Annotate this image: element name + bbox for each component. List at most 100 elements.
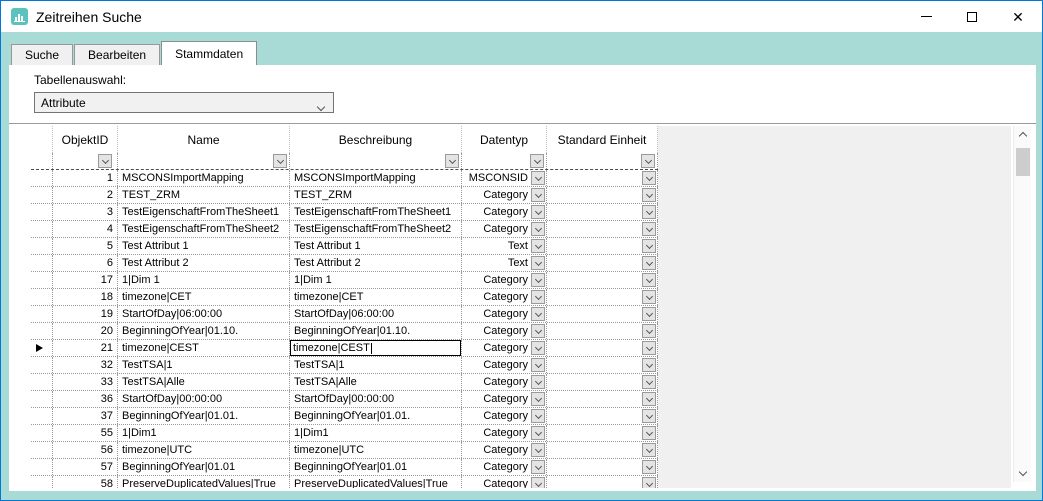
cell-objektid[interactable]: 2: [53, 187, 118, 203]
cell-beschreibung[interactable]: BeginningOfYear|01.01.: [290, 408, 462, 424]
column-header-beschreibung[interactable]: Beschreibung: [290, 126, 462, 153]
cell-standard-einheit[interactable]: [547, 187, 658, 203]
tab-stammdaten[interactable]: Stammdaten: [161, 41, 257, 65]
cell-beschreibung[interactable]: StartOfDay|00:00:00: [290, 391, 462, 407]
row-selector-cell[interactable]: [31, 238, 53, 254]
filter-dropdown-button[interactable]: [98, 154, 112, 168]
datentyp-dropdown-button[interactable]: [531, 341, 545, 355]
tabellenauswahl-combobox[interactable]: Attribute: [34, 92, 334, 113]
datentyp-dropdown-button[interactable]: [531, 324, 545, 338]
cell-beschreibung[interactable]: BeginningOfYear|01.10.: [290, 323, 462, 339]
cell-objektid[interactable]: 57: [53, 459, 118, 475]
table-row[interactable]: 5Test Attribut 1Test Attribut 1Text: [31, 238, 658, 255]
cell-datentyp[interactable]: Text: [462, 255, 547, 271]
cell-standard-einheit[interactable]: [547, 442, 658, 458]
cell-name[interactable]: timezone|CEST: [118, 340, 290, 356]
cell-beschreibung[interactable]: TestTSA|1: [290, 357, 462, 373]
cell-datentyp[interactable]: Category: [462, 408, 547, 424]
datentyp-dropdown-button[interactable]: [531, 273, 545, 287]
standard-einheit-dropdown-button[interactable]: [642, 477, 656, 488]
cell-beschreibung[interactable]: timezone|CEST: [290, 340, 462, 356]
row-selector-cell[interactable]: [31, 374, 53, 390]
scroll-down-button[interactable]: [1014, 465, 1032, 482]
column-header-standard-einheit[interactable]: Standard Einheit: [547, 126, 658, 153]
maximize-button[interactable]: [949, 1, 995, 32]
close-button[interactable]: ✕: [995, 1, 1041, 32]
datentyp-dropdown-button[interactable]: [531, 460, 545, 474]
datentyp-dropdown-button[interactable]: [531, 239, 545, 253]
cell-datentyp[interactable]: Category: [462, 204, 547, 220]
standard-einheit-dropdown-button[interactable]: [642, 392, 656, 406]
cell-standard-einheit[interactable]: [547, 204, 658, 220]
standard-einheit-dropdown-button[interactable]: [642, 171, 656, 185]
cell-datentyp[interactable]: Category: [462, 306, 547, 322]
cell-objektid[interactable]: 33: [53, 374, 118, 390]
cell-objektid[interactable]: 58: [53, 476, 118, 488]
cell-beschreibung[interactable]: Test Attribut 1: [290, 238, 462, 254]
cell-name[interactable]: timezone|CET: [118, 289, 290, 305]
cell-datentyp[interactable]: Category: [462, 391, 547, 407]
row-selector-cell[interactable]: [31, 306, 53, 322]
cell-objektid[interactable]: 32: [53, 357, 118, 373]
cell-objektid[interactable]: 56: [53, 442, 118, 458]
cell-objektid[interactable]: 19: [53, 306, 118, 322]
filter-dropdown-button[interactable]: [641, 154, 655, 168]
cell-name[interactable]: BeginningOfYear|01.10.: [118, 323, 290, 339]
standard-einheit-dropdown-button[interactable]: [642, 307, 656, 321]
row-selector-cell[interactable]: [31, 323, 53, 339]
cell-objektid[interactable]: 4: [53, 221, 118, 237]
cell-beschreibung[interactable]: timezone|CET: [290, 289, 462, 305]
cell-beschreibung[interactable]: TEST_ZRM: [290, 187, 462, 203]
datentyp-dropdown-button[interactable]: [531, 443, 545, 457]
table-row[interactable]: 56timezone|UTCtimezone|UTCCategory: [31, 442, 658, 459]
cell-standard-einheit[interactable]: [547, 408, 658, 424]
cell-standard-einheit[interactable]: [547, 476, 658, 488]
cell-objektid[interactable]: 5: [53, 238, 118, 254]
cell-beschreibung[interactable]: BeginningOfYear|01.01: [290, 459, 462, 475]
standard-einheit-dropdown-button[interactable]: [642, 239, 656, 253]
column-header-datentyp[interactable]: Datentyp: [462, 126, 547, 153]
cell-datentyp[interactable]: MSCONSID: [462, 170, 547, 186]
cell-name[interactable]: MSCONSImportMapping: [118, 170, 290, 186]
cell-datentyp[interactable]: Category: [462, 289, 547, 305]
datentyp-dropdown-button[interactable]: [531, 188, 545, 202]
datentyp-dropdown-button[interactable]: [531, 205, 545, 219]
row-selector-cell[interactable]: [31, 408, 53, 424]
cell-datentyp[interactable]: Category: [462, 476, 547, 488]
datentyp-dropdown-button[interactable]: [531, 171, 545, 185]
cell-datentyp[interactable]: Category: [462, 323, 547, 339]
cell-beschreibung[interactable]: timezone|UTC: [290, 442, 462, 458]
row-selector-cell[interactable]: [31, 289, 53, 305]
row-selector-cell[interactable]: [31, 204, 53, 220]
cell-beschreibung[interactable]: MSCONSImportMapping: [290, 170, 462, 186]
cell-objektid[interactable]: 37: [53, 408, 118, 424]
standard-einheit-dropdown-button[interactable]: [642, 358, 656, 372]
cell-standard-einheit[interactable]: [547, 357, 658, 373]
cell-datentyp[interactable]: Category: [462, 357, 547, 373]
cell-objektid[interactable]: 1: [53, 170, 118, 186]
cell-name[interactable]: 1|Dim1: [118, 425, 290, 441]
column-header-objektid[interactable]: ObjektID: [53, 126, 118, 153]
tab-bearbeiten[interactable]: Bearbeiten: [74, 44, 160, 65]
tab-suche[interactable]: Suche: [11, 44, 73, 65]
cell-standard-einheit[interactable]: [547, 272, 658, 288]
cell-objektid[interactable]: 6: [53, 255, 118, 271]
table-row[interactable]: 6Test Attribut 2Test Attribut 2Text: [31, 255, 658, 272]
cell-standard-einheit[interactable]: [547, 459, 658, 475]
cell-beschreibung[interactable]: 1|Dim 1: [290, 272, 462, 288]
row-selector-cell[interactable]: [31, 187, 53, 203]
cell-name[interactable]: 1|Dim 1: [118, 272, 290, 288]
filter-dropdown-button[interactable]: [273, 154, 287, 168]
cell-name[interactable]: TestTSA|1: [118, 357, 290, 373]
standard-einheit-dropdown-button[interactable]: [642, 290, 656, 304]
title-bar[interactable]: Zeitreihen Suche ✕: [1, 1, 1042, 32]
datentyp-dropdown-button[interactable]: [531, 375, 545, 389]
table-row[interactable]: 20BeginningOfYear|01.10.BeginningOfYear|…: [31, 323, 658, 340]
table-row[interactable]: 58PreserveDuplicatedValues|TruePreserveD…: [31, 476, 658, 488]
cell-objektid[interactable]: 36: [53, 391, 118, 407]
table-row[interactable]: 171|Dim 11|Dim 1Category: [31, 272, 658, 289]
cell-datentyp[interactable]: Text: [462, 238, 547, 254]
cell-beschreibung[interactable]: Test Attribut 2: [290, 255, 462, 271]
scroll-up-button[interactable]: [1014, 126, 1032, 143]
cell-datentyp[interactable]: Category: [462, 272, 547, 288]
